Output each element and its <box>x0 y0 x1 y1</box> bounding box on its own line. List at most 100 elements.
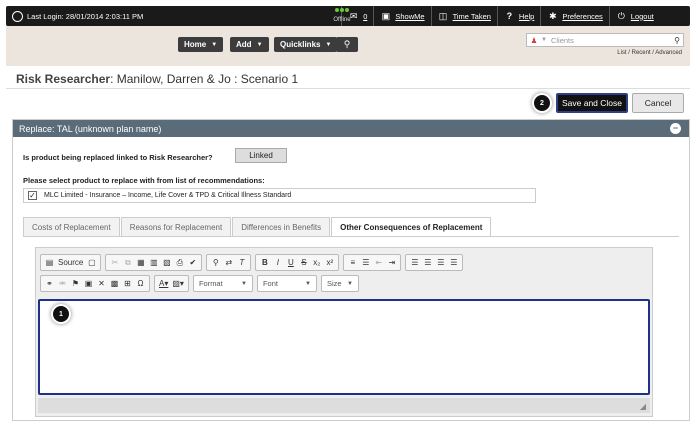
rich-text-editor: ▤ Source ▢ ✂ ⧉ ▦ ▥ ▧ ⎙ ✔ ⚲ ⇄ T B I U S x… <box>35 247 653 417</box>
indent-icon[interactable]: ⇥ <box>385 256 398 269</box>
subscript-icon[interactable]: x₂ <box>310 256 323 269</box>
size-select[interactable]: Size ▼ <box>320 275 359 292</box>
anchor-flag-icon[interactable]: ⚑ <box>69 277 82 290</box>
remove-format-icon[interactable]: T <box>235 256 248 269</box>
bulleted-list-icon[interactable]: ☰ <box>359 256 372 269</box>
collapse-icon[interactable]: − <box>670 123 681 134</box>
clients-placeholder: Clients <box>550 35 574 45</box>
cancel-button[interactable]: Cancel <box>632 93 684 113</box>
editor-content-area[interactable] <box>38 299 650 395</box>
tab-other-consequences[interactable]: Other Consequences of Replacement <box>331 217 492 236</box>
text-color-icon[interactable]: A▾ <box>157 277 170 290</box>
quicklinks-menu-button[interactable]: Quicklinks ▼ <box>274 37 338 52</box>
logout-link[interactable]: ⏻ Logout <box>608 6 660 26</box>
find-icon[interactable]: ⚲ <box>209 256 222 269</box>
paste-icon[interactable]: ▦ <box>134 256 147 269</box>
clients-search-input[interactable]: ♟ ▼ Clients ⚲ <box>526 33 684 47</box>
tab-differences-in-benefits[interactable]: Differences in Benefits <box>232 217 331 236</box>
add-label: Add <box>236 40 252 49</box>
page-title: Risk Researcher: Manilow, Darren & Jo : … <box>16 72 298 86</box>
size-label: Size <box>326 279 342 288</box>
italic-icon[interactable]: I <box>271 256 284 269</box>
divider <box>6 88 690 89</box>
paste-word-icon[interactable]: ▧ <box>160 256 173 269</box>
time-taken-label: Time Taken <box>452 11 491 21</box>
bold-icon[interactable]: B <box>258 256 271 269</box>
tab-bar: Costs of Replacement Reasons for Replace… <box>23 217 492 236</box>
format-select[interactable]: Format ▼ <box>192 275 253 292</box>
quick-search-button[interactable]: ⚲ <box>336 37 358 52</box>
spellcheck-icon[interactable]: ✔ <box>186 256 199 269</box>
help-label: Help <box>518 11 535 21</box>
image-icon[interactable]: ▣ <box>82 277 95 290</box>
timer-icon: ◫ <box>438 10 448 21</box>
select-product-label: Please select product to replace with fr… <box>23 176 265 185</box>
checkbox-checked-icon[interactable]: ✓ <box>28 191 37 200</box>
format-label: Format <box>198 279 223 288</box>
chevron-down-icon: ▼ <box>211 41 218 48</box>
strikethrough-icon[interactable]: S <box>297 256 310 269</box>
align-left-icon[interactable]: ☰ <box>408 256 421 269</box>
cut-icon[interactable]: ✂ <box>108 256 121 269</box>
tab-divider <box>23 236 679 237</box>
logout-label: Logout <box>630 11 654 21</box>
preferences-link[interactable]: ✱ Preferences <box>540 6 608 26</box>
align-right-icon[interactable]: ☰ <box>434 256 447 269</box>
page-title-prefix: Risk Researcher <box>16 72 111 86</box>
toolbar-group-basic-style: B I U S x₂ x² <box>255 254 340 271</box>
recommendation-label: MLC Limited - Insurance – Income, Life C… <box>44 192 292 199</box>
help-icon: ? <box>506 11 513 21</box>
chevron-down-icon: ▼ <box>256 41 263 48</box>
nav-band: Home ▼ Add ▼ Quicklinks ▼ ⚲ ♟ ▼ Clients ⚲ L… <box>6 26 690 66</box>
search-icon: ⚲ <box>343 39 351 49</box>
unlink-icon[interactable]: ⚮ <box>56 277 69 290</box>
source-icon[interactable]: ▤ <box>43 256 56 269</box>
replace-icon[interactable]: ⇄ <box>222 256 235 269</box>
close-icon[interactable]: ✕ <box>95 277 108 290</box>
offline-dots-icon <box>324 8 360 12</box>
offline-label: Offline <box>333 17 351 23</box>
save-and-close-button[interactable]: Save and Close <box>556 93 628 113</box>
add-menu-button[interactable]: Add ▼ <box>230 37 269 52</box>
list-recent-advanced-links[interactable]: List / Recent / Advanced <box>617 50 682 56</box>
home-menu-button[interactable]: Home ▼ <box>178 37 224 52</box>
picture-icon[interactable]: ▩ <box>108 277 121 290</box>
paste-text-icon[interactable]: ▥ <box>147 256 160 269</box>
toolbar-group-colors: A▾ ▨▾ <box>154 275 189 292</box>
toolbar-group-links: ⚭ ⚮ ⚑ ▣ ✕ ▩ ⊞ Ω <box>40 275 150 292</box>
linked-button[interactable]: Linked <box>235 148 287 163</box>
align-justify-icon[interactable]: ☰ <box>447 256 460 269</box>
superscript-icon[interactable]: x² <box>323 256 336 269</box>
resize-handle-icon[interactable]: ◢ <box>640 402 646 411</box>
offline-indicator: Offline <box>324 6 360 26</box>
help-link[interactable]: ? Help <box>496 6 540 26</box>
page-title-rest: : Manilow, Darren & Jo : Scenario 1 <box>110 72 299 86</box>
font-select[interactable]: Font ▼ <box>256 275 317 292</box>
clock-icon <box>12 10 23 22</box>
tab-costs-of-replacement[interactable]: Costs of Replacement <box>23 217 120 236</box>
tab-reasons-for-replacement[interactable]: Reasons for Replacement <box>120 217 232 236</box>
copy-icon[interactable]: ⧉ <box>121 256 134 269</box>
mail-count: 0 <box>363 11 368 21</box>
showme-icon: ▣ <box>381 10 391 21</box>
outdent-icon[interactable]: ⇤ <box>372 256 385 269</box>
underline-icon[interactable]: U <box>284 256 297 269</box>
home-label: Home <box>184 40 207 49</box>
recommendation-option[interactable]: ✓ MLC Limited - Insurance – Income, Life… <box>23 188 536 203</box>
numbered-list-icon[interactable]: ≡ <box>346 256 359 269</box>
source-button[interactable]: Source <box>56 256 85 269</box>
background-color-icon[interactable]: ▨▾ <box>170 277 186 290</box>
special-char-icon[interactable]: Ω <box>134 277 147 290</box>
toolbar-group-align: ☰ ☰ ☰ ☰ <box>405 254 464 271</box>
new-page-icon[interactable]: ▢ <box>85 256 98 269</box>
align-center-icon[interactable]: ☰ <box>421 256 434 269</box>
table-icon[interactable]: ⊞ <box>121 277 134 290</box>
font-label: Font <box>262 279 278 288</box>
editor-footer: ◢ <box>38 398 650 413</box>
time-taken-link[interactable]: ◫ Time Taken <box>430 6 497 26</box>
toolbar-group-document: ▤ Source ▢ <box>40 254 102 271</box>
print-icon[interactable]: ⎙ <box>173 256 186 269</box>
link-icon[interactable]: ⚭ <box>43 277 56 290</box>
person-icon: ♟ <box>530 35 538 45</box>
showme-link[interactable]: ▣ ShowMe <box>373 6 430 26</box>
